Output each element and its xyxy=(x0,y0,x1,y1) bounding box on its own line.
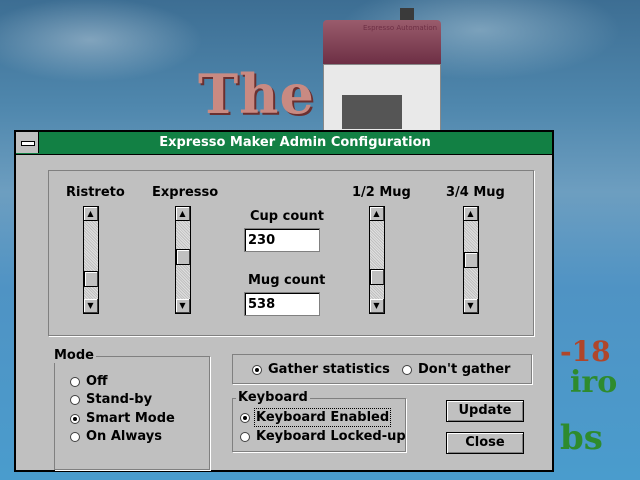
scroll-down-arrow-icon[interactable]: ▼ xyxy=(370,299,384,313)
keyboard-group-label: Keyboard xyxy=(236,390,310,405)
radio-label: Keyboard Enabled xyxy=(253,408,392,427)
radio-label: Stand-by xyxy=(86,392,153,407)
scroll-track[interactable] xyxy=(84,221,98,299)
radio-label: Off xyxy=(86,374,108,389)
radio-label: Gather statistics xyxy=(268,362,390,377)
three-quarter-mug-label: 3/4 Mug xyxy=(446,185,505,200)
scroll-thumb[interactable] xyxy=(176,249,190,265)
mug-count-field[interactable]: 538 xyxy=(244,292,320,316)
scroll-up-arrow-icon[interactable]: ▲ xyxy=(176,207,190,221)
scroll-down-arrow-icon[interactable]: ▼ xyxy=(84,299,98,313)
background-fragment: -18 xyxy=(560,335,611,368)
gather-statistics-option[interactable]: Gather statistics xyxy=(252,362,390,377)
mode-option-off[interactable]: Off xyxy=(70,374,108,389)
radio-button-icon[interactable] xyxy=(402,364,412,375)
scroll-down-arrow-icon[interactable]: ▼ xyxy=(464,299,478,313)
radio-button-icon[interactable] xyxy=(252,364,262,375)
scroll-track[interactable] xyxy=(370,221,384,299)
radio-label: Keyboard Locked-up xyxy=(256,429,406,444)
admin-config-window: Expresso Maker Admin Configuration Ristr… xyxy=(14,130,554,472)
scroll-up-arrow-icon[interactable]: ▲ xyxy=(370,207,384,221)
machine-logo: Espresso Automation xyxy=(363,24,438,32)
mode-group-label: Mode xyxy=(52,348,96,363)
expresso-label: Expresso xyxy=(152,185,219,200)
scroll-thumb[interactable] xyxy=(370,269,384,285)
cup-count-label: Cup count xyxy=(250,209,324,224)
dont-gather-option[interactable]: Don't gather xyxy=(402,362,510,377)
mode-option-on-always[interactable]: On Always xyxy=(70,429,162,444)
close-button[interactable]: Close xyxy=(446,432,524,454)
three-quarter-mug-scrollbar[interactable]: ▲ ▼ xyxy=(463,206,479,314)
scroll-up-arrow-icon[interactable]: ▲ xyxy=(84,207,98,221)
background-fragment: iro xyxy=(570,365,618,400)
cup-count-field[interactable]: 230 xyxy=(244,228,320,252)
radio-button-icon[interactable] xyxy=(240,431,250,442)
radio-label: Don't gather xyxy=(418,362,511,377)
mode-option-smart[interactable]: Smart Mode xyxy=(70,411,175,426)
background-title-word: The xyxy=(198,62,315,126)
title-bar: Expresso Maker Admin Configuration xyxy=(16,132,552,155)
mug-count-label: Mug count xyxy=(248,273,326,288)
ristreto-label: Ristreto xyxy=(66,185,125,200)
system-menu-button[interactable] xyxy=(16,132,39,153)
keyboard-locked-option[interactable]: Keyboard Locked-up xyxy=(240,429,406,444)
keyboard-enabled-option[interactable]: Keyboard Enabled xyxy=(240,408,392,427)
mode-option-standby[interactable]: Stand-by xyxy=(70,392,152,407)
radio-label: Smart Mode xyxy=(86,411,175,426)
scroll-up-arrow-icon[interactable]: ▲ xyxy=(464,207,478,221)
radio-button-icon[interactable] xyxy=(70,376,80,387)
half-mug-scrollbar[interactable]: ▲ ▼ xyxy=(369,206,385,314)
ristreto-scrollbar[interactable]: ▲ ▼ xyxy=(83,206,99,314)
radio-button-icon[interactable] xyxy=(70,413,80,424)
scroll-thumb[interactable] xyxy=(84,271,98,287)
scroll-thumb[interactable] xyxy=(464,252,478,268)
window-title: Expresso Maker Admin Configuration xyxy=(159,135,431,150)
update-button[interactable]: Update xyxy=(446,400,524,422)
espresso-machine-image: Espresso Automation xyxy=(323,8,441,132)
scroll-down-arrow-icon[interactable]: ▼ xyxy=(176,299,190,313)
radio-label: On Always xyxy=(86,429,162,444)
radio-button-icon[interactable] xyxy=(70,431,80,442)
expresso-scrollbar[interactable]: ▲ ▼ xyxy=(175,206,191,314)
half-mug-label: 1/2 Mug xyxy=(352,185,411,200)
background-fragment: bs xyxy=(560,418,603,458)
radio-button-icon[interactable] xyxy=(70,394,80,405)
radio-button-icon[interactable] xyxy=(240,412,250,423)
